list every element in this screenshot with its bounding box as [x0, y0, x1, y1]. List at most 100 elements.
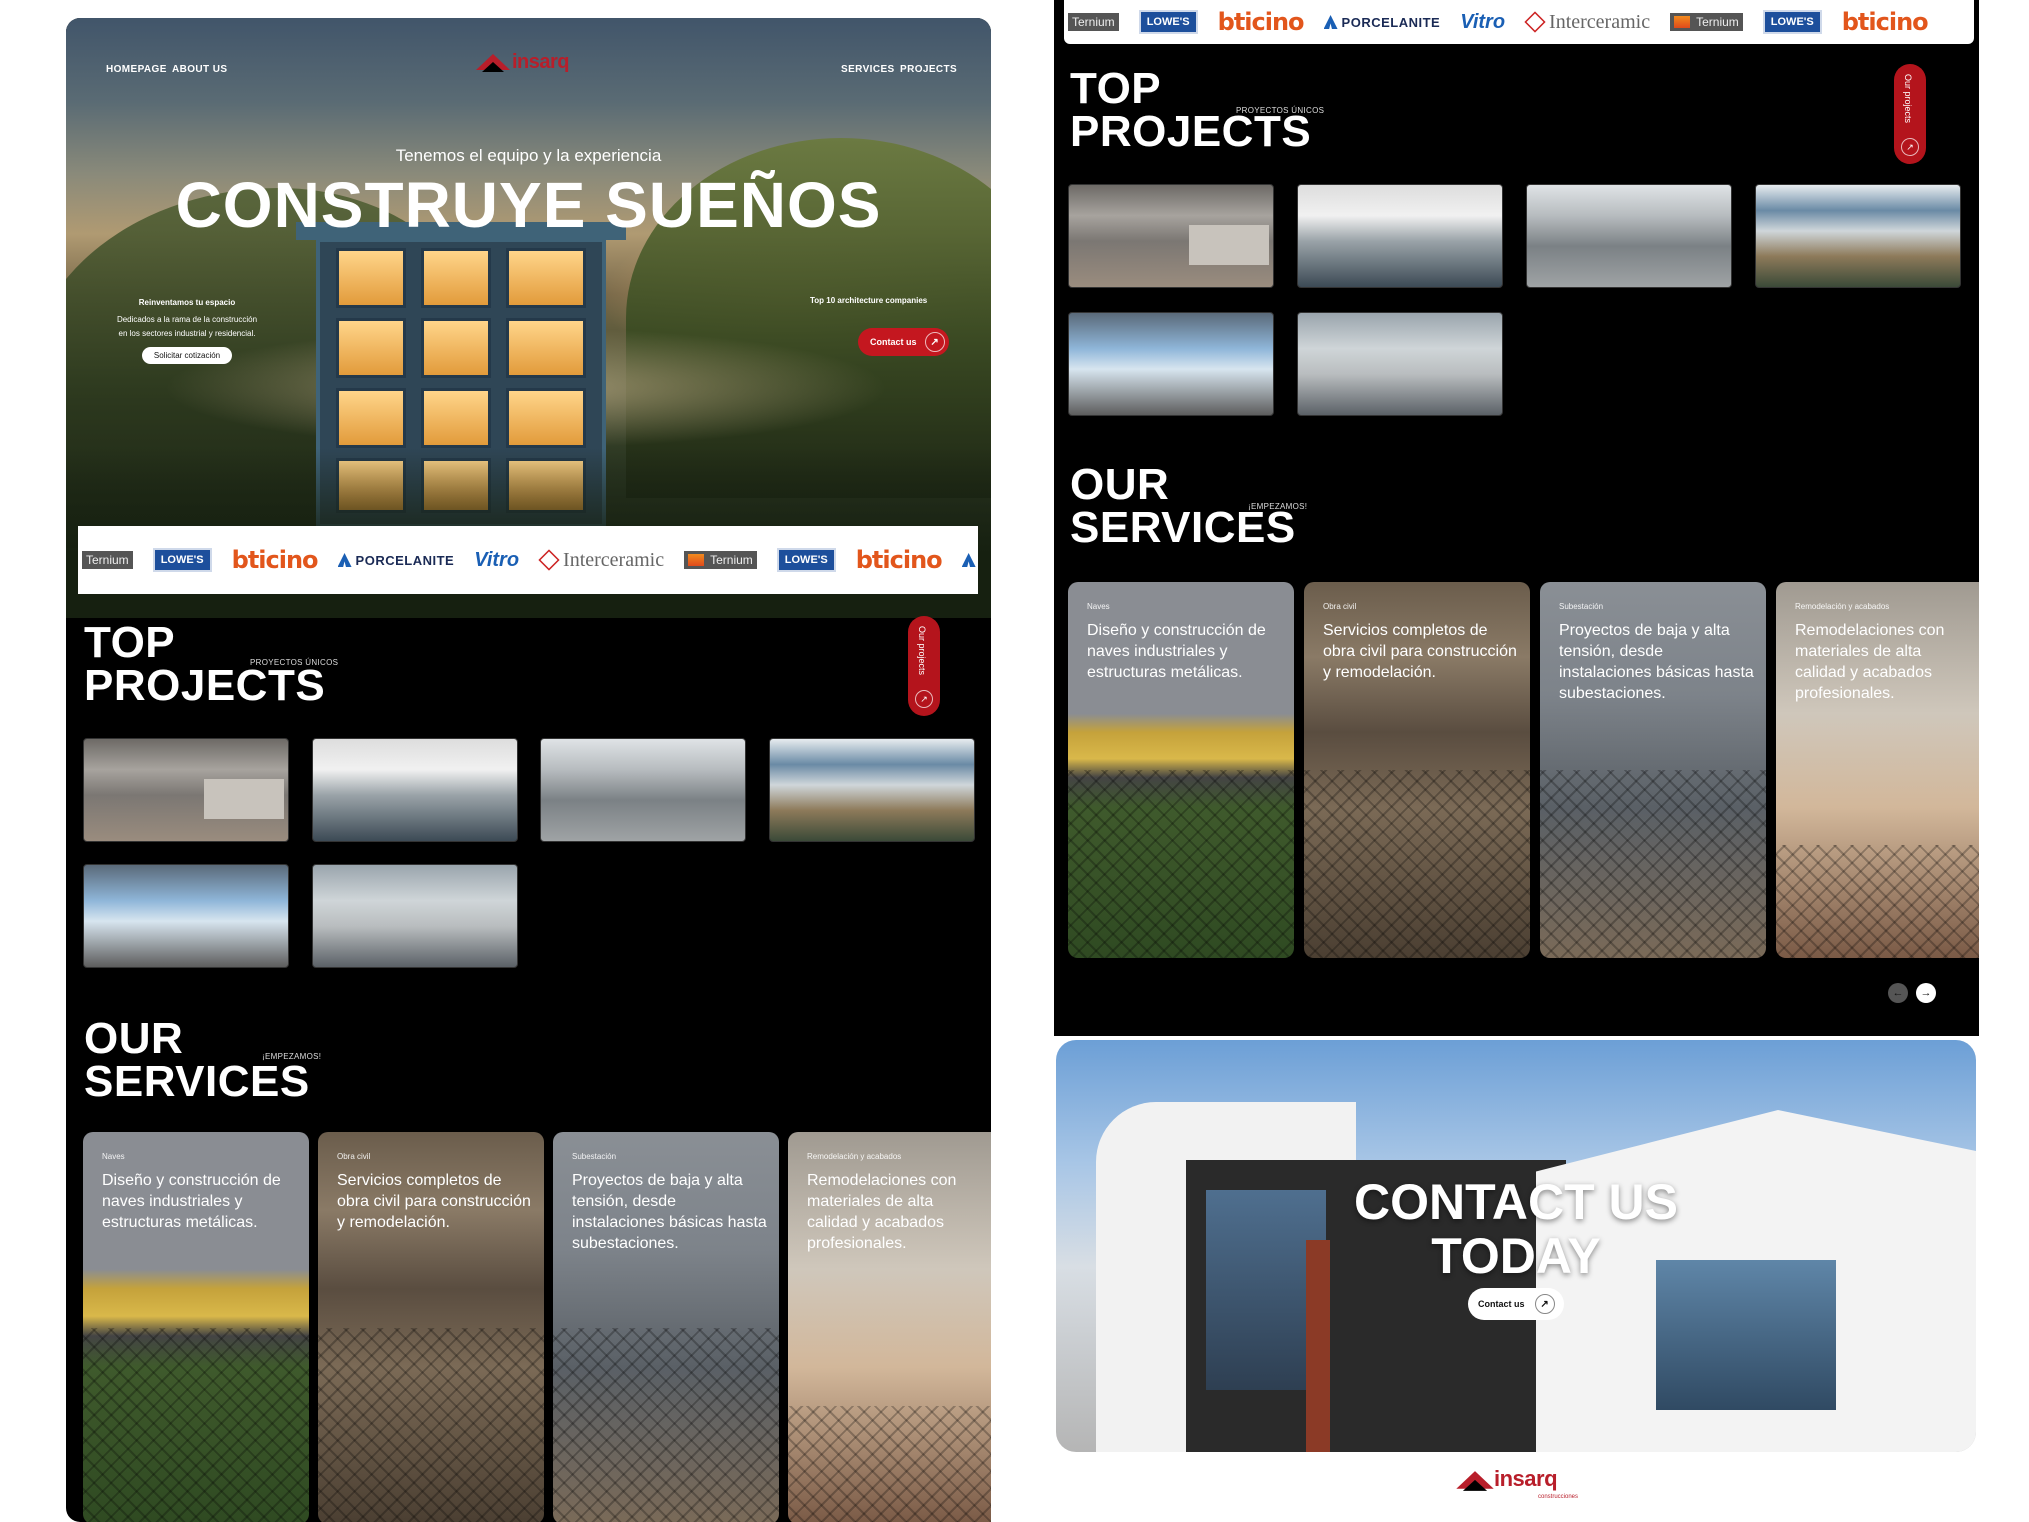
service-text: Diseño y construcción de naves industria…	[1087, 622, 1266, 681]
hero-left-desc-2: en los sectores industrial y residencial…	[118, 329, 256, 338]
service-card-naves[interactable]: Naves Diseño y construcción de naves ind…	[1068, 582, 1294, 958]
brand-interceramic: Interceramic	[538, 549, 664, 572]
ternium-mark-icon	[688, 554, 705, 566]
contact-us-button[interactable]: Contact us ↗	[1468, 1288, 1564, 1320]
brand-lowes: LOWE'S	[1138, 10, 1198, 34]
ternium-mark-icon	[1674, 16, 1691, 28]
service-text: Proyectos de baja y alta tensión, desde …	[1559, 622, 1754, 702]
brand-bticino: bticino	[231, 546, 319, 574]
project-thumb-1[interactable]	[1068, 184, 1274, 288]
nav-homepage[interactable]: HOMEPAGE	[106, 64, 167, 75]
services-tag: ¡EMPEZAMOS!	[1248, 502, 1308, 511]
nav-projects[interactable]: PROJECTS	[900, 64, 957, 75]
logo-roof-icon	[1456, 1471, 1494, 1491]
project-thumb-4[interactable]	[1755, 184, 1961, 288]
service-category: Obra civil	[1323, 602, 1357, 611]
our-projects-button[interactable]: Our projects ↗	[1894, 64, 1926, 164]
project-thumb-2[interactable]	[312, 738, 518, 842]
brand-lowes-2: LOWE'S	[776, 548, 836, 572]
brand-lowes-2: LOWE'S	[1762, 10, 1822, 34]
brand-ternium-2: Ternium	[684, 551, 757, 569]
services-tag: ¡EMPEZAMOS!	[262, 1052, 322, 1061]
hero-title: CONSTRUYE SUEÑOS	[175, 169, 882, 241]
brand-lowes: LOWE'S	[152, 548, 212, 572]
footer-logo[interactable]: insarq construcciones	[1456, 1466, 1578, 1500]
porcelanite-mark-icon	[1323, 15, 1338, 29]
service-category: Remodelación y acabados	[807, 1152, 902, 1161]
service-text: Proyectos de baja y alta tensión, desde …	[572, 1172, 767, 1252]
service-text: Remodelaciones con materiales de alta ca…	[807, 1172, 957, 1252]
contact-title: CONTACT US TODAY	[1353, 1174, 1679, 1284]
porcelanite-mark-icon	[337, 553, 352, 567]
brand-porcelanite-2	[961, 553, 976, 567]
arrow-icon: ↗	[1534, 1294, 1555, 1314]
brand-bticino-2: bticino	[855, 546, 943, 574]
hero-left-block: Reinventamos tu espacio Dedicados a la r…	[92, 298, 282, 364]
brand-bticino-2: bticino	[1841, 8, 1929, 36]
canvas: HOMEPAGE ABOUT US insarq SERVICES PROJEC…	[0, 0, 2029, 1522]
brand-vitro: Vitro	[1460, 10, 1506, 33]
service-text: Diseño y construcción de naves industria…	[102, 1172, 281, 1231]
logo-wordmark: insarq	[1494, 1466, 1558, 1491]
logo-roof-icon	[476, 54, 510, 72]
brand-strip: Ternium LOWE'S bticino PORCELANITE Vitro…	[78, 526, 978, 594]
scrolled-page-frame: Ternium LOWE'S bticino PORCELANITE Vitro…	[1054, 0, 1979, 1036]
projects-tag: PROYECTOS ÚNICOS	[250, 658, 339, 667]
project-thumb-1[interactable]	[83, 738, 289, 842]
projects-tag: PROYECTOS ÚNICOS	[1236, 106, 1325, 115]
hero-contact-button[interactable]: Contact us ↗	[858, 328, 949, 356]
service-card-remodelacion[interactable]: Remodelación y acabados Remodelaciones c…	[1776, 582, 1979, 958]
hero-right-text: Top 10 architecture companies	[810, 296, 928, 305]
arrow-icon: ↗	[1901, 138, 1919, 156]
interceramic-mark-icon	[1524, 11, 1546, 33]
service-category: Naves	[1087, 602, 1110, 611]
carousel-prev-icon[interactable]: ←	[1888, 983, 1908, 1003]
project-thumb-4[interactable]	[769, 738, 975, 842]
project-thumb-5[interactable]	[83, 864, 289, 968]
project-thumb-6[interactable]	[1297, 312, 1503, 416]
project-thumb-6[interactable]	[312, 864, 518, 968]
project-thumb-5[interactable]	[1068, 312, 1274, 416]
nav-services[interactable]: SERVICES	[841, 64, 895, 75]
service-card-obra-civil[interactable]: Obra civil Servicios completos de obra c…	[1304, 582, 1530, 958]
hero-subtitle: Tenemos el equipo y la experiencia	[395, 146, 662, 165]
brand-interceramic: Interceramic	[1524, 11, 1650, 34]
hero-left-desc-1: Dedicados a la rama de la construcción	[116, 315, 258, 324]
service-card-subestacion[interactable]: Subestación Proyectos de baja y alta ten…	[553, 1132, 779, 1522]
nav-about-us[interactable]: ABOUT US	[172, 64, 227, 75]
service-category: Remodelación y acabados	[1795, 602, 1890, 611]
service-text: Servicios completos de obra civil para c…	[337, 1172, 531, 1231]
logo-wordmark: insarq	[512, 51, 570, 73]
brand-ternium: Ternium	[1068, 13, 1119, 31]
homepage-frame: HOMEPAGE ABOUT US insarq SERVICES PROJEC…	[66, 18, 991, 1522]
service-card-remodelacion[interactable]: Remodelación y acabados Remodelaciones c…	[788, 1132, 991, 1522]
carousel-controls: ← →	[1888, 983, 1936, 1003]
arrow-icon: ↗	[924, 332, 945, 352]
hero-contact-label: Contact us	[870, 337, 917, 347]
service-card-naves[interactable]: Naves Diseño y construcción de naves ind…	[83, 1132, 309, 1522]
service-text: Remodelaciones con materiales de alta ca…	[1795, 622, 1945, 702]
hero-left-heading: Reinventamos tu espacio	[138, 298, 236, 307]
brand-porcelanite: PORCELANITE	[1323, 15, 1441, 30]
brand-porcelanite: PORCELANITE	[337, 553, 455, 568]
our-projects-button[interactable]: Our projects ↗	[908, 616, 940, 716]
contact-section: CONTACT US TODAY Contact us ↗	[1056, 1040, 1976, 1452]
service-card-obra-civil[interactable]: Obra civil Servicios completos de obra c…	[318, 1132, 544, 1522]
service-card-subestacion[interactable]: Subestación Proyectos de baja y alta ten…	[1540, 582, 1766, 958]
brand-vitro: Vitro	[474, 548, 520, 571]
service-text: Servicios completos de obra civil para c…	[1323, 622, 1517, 681]
project-thumb-2[interactable]	[1297, 184, 1503, 288]
nav-logo[interactable]: insarq	[476, 51, 570, 73]
top-nav: HOMEPAGE ABOUT US insarq SERVICES PROJEC…	[66, 48, 991, 98]
project-thumb-3[interactable]	[1526, 184, 1732, 288]
carousel-next-icon[interactable]: →	[1916, 983, 1936, 1003]
brand-ternium-2: Ternium	[1670, 13, 1743, 31]
service-category: Subestación	[572, 1152, 617, 1161]
project-thumb-3[interactable]	[540, 738, 746, 842]
porcelanite-mark-icon	[961, 553, 976, 567]
service-category: Subestación	[1559, 602, 1604, 611]
arrow-icon: ↗	[915, 690, 933, 708]
logo-subtitle: construcciones	[1538, 1494, 1579, 1500]
quote-button[interactable]: Solicitar cotización	[141, 347, 233, 364]
service-category: Naves	[102, 1152, 125, 1161]
